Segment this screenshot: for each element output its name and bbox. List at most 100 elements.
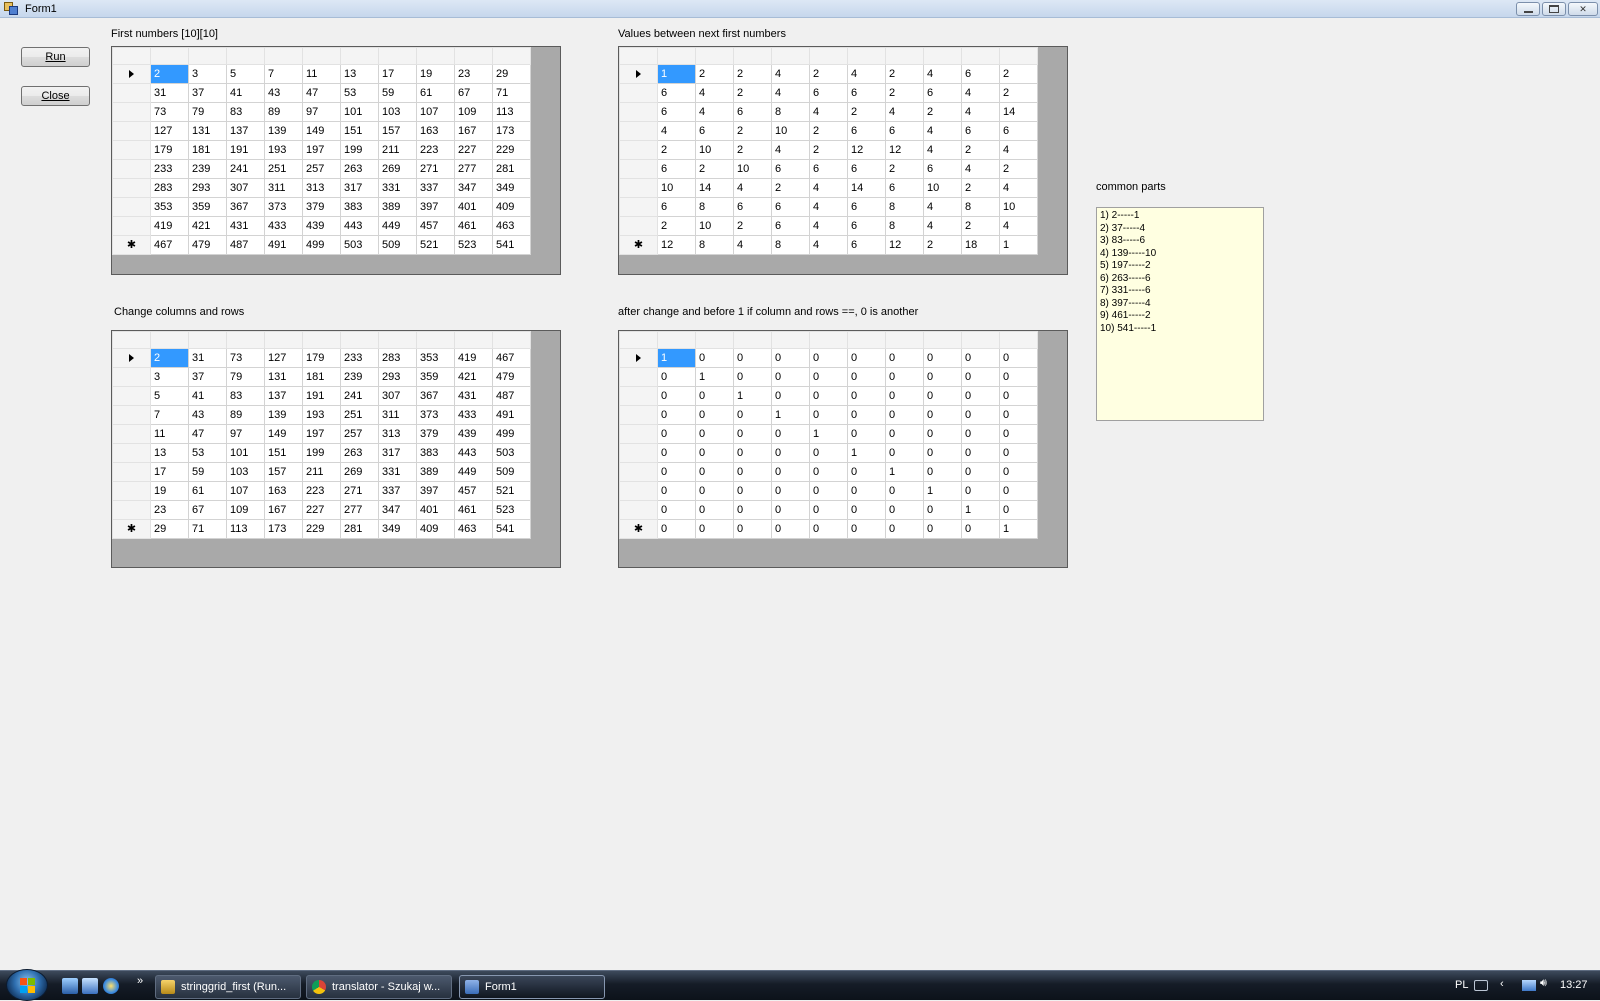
- grid-cell[interactable]: 1: [885, 462, 924, 482]
- grid-cell[interactable]: 6: [657, 83, 696, 103]
- grid-cell[interactable]: 3: [188, 64, 227, 84]
- row-header[interactable]: [619, 386, 658, 406]
- grid-cell[interactable]: 83: [226, 102, 265, 122]
- grid-cell[interactable]: 379: [416, 424, 455, 444]
- column-header[interactable]: [188, 331, 227, 349]
- grid-cell[interactable]: 479: [188, 235, 227, 255]
- table-row[interactable]: 233 239 241 251 257 263 269 271 277 281: [112, 159, 531, 179]
- grid-cell[interactable]: 461: [454, 500, 493, 520]
- grid-cell[interactable]: 1: [999, 235, 1038, 255]
- grid-cell[interactable]: 4: [809, 178, 848, 198]
- grid-cell[interactable]: 103: [226, 462, 265, 482]
- column-header[interactable]: [302, 331, 341, 349]
- row-header[interactable]: [619, 424, 658, 444]
- grid-cell[interactable]: 71: [492, 83, 531, 103]
- row-header[interactable]: [619, 500, 658, 520]
- grid-cell[interactable]: 73: [150, 102, 189, 122]
- row-header[interactable]: ✱: [112, 235, 151, 255]
- grid-cell[interactable]: 0: [657, 462, 696, 482]
- row-header[interactable]: [112, 197, 151, 217]
- table-row[interactable]: 0000100000: [619, 424, 1038, 444]
- grid-cell[interactable]: 2: [733, 140, 772, 160]
- grid-cell[interactable]: 97: [226, 424, 265, 444]
- grid-cell[interactable]: 277: [340, 500, 379, 520]
- grid-cell[interactable]: 443: [454, 443, 493, 463]
- grid-cell[interactable]: 4: [809, 235, 848, 255]
- grid-cell[interactable]: 271: [340, 481, 379, 501]
- grid-cell[interactable]: 0: [771, 367, 810, 387]
- grid-cell[interactable]: 1: [923, 481, 962, 501]
- column-header[interactable]: [923, 47, 962, 65]
- grid-cell[interactable]: 2: [961, 178, 1000, 198]
- column-header[interactable]: [378, 47, 417, 65]
- grid-cell[interactable]: 4: [923, 140, 962, 160]
- grid-cell[interactable]: 0: [999, 405, 1038, 425]
- grid-cell[interactable]: 4: [961, 102, 1000, 122]
- column-header[interactable]: [416, 47, 455, 65]
- grid-cell[interactable]: 151: [264, 443, 303, 463]
- grid-cell[interactable]: 127: [264, 348, 303, 368]
- grid-cell[interactable]: 5: [150, 386, 189, 406]
- grid-cell[interactable]: 12: [847, 140, 886, 160]
- grid-cell[interactable]: 0: [999, 481, 1038, 501]
- row-header[interactable]: [619, 216, 658, 236]
- grid-cell[interactable]: 191: [226, 140, 265, 160]
- first-numbers-grid[interactable]: 2 3 5 7 11 13 17 19 23 29 31 37 41 43 47 53 59 61 67 71 73 79…: [111, 46, 561, 275]
- grid-cell[interactable]: 307: [226, 178, 265, 198]
- grid-cell[interactable]: 367: [416, 386, 455, 406]
- top-left-header-cell[interactable]: [112, 331, 151, 349]
- grid-cell[interactable]: 197: [302, 140, 341, 160]
- grid-cell[interactable]: 337: [378, 481, 417, 501]
- grid-cell[interactable]: 0: [809, 519, 848, 539]
- grid-cell[interactable]: 1: [771, 405, 810, 425]
- column-header[interactable]: [885, 331, 924, 349]
- column-header[interactable]: [885, 47, 924, 65]
- column-header[interactable]: [492, 47, 531, 65]
- grid-cell[interactable]: 0: [809, 405, 848, 425]
- row-header[interactable]: ✱: [112, 519, 151, 539]
- grid-cell[interactable]: 0: [847, 519, 886, 539]
- grid-cell[interactable]: 277: [454, 159, 493, 179]
- grid-cell[interactable]: 5: [226, 64, 265, 84]
- chevron-left-icon[interactable]: ‹: [1500, 978, 1514, 990]
- grid-cell[interactable]: 263: [340, 443, 379, 463]
- grid-cell[interactable]: 409: [416, 519, 455, 539]
- grid-cell[interactable]: 2: [809, 140, 848, 160]
- grid-cell[interactable]: 6: [771, 197, 810, 217]
- grid-cell[interactable]: 173: [492, 121, 531, 141]
- grid-cell[interactable]: 283: [150, 178, 189, 198]
- column-header[interactable]: [416, 331, 455, 349]
- grid-cell[interactable]: 0: [657, 386, 696, 406]
- grid-cell[interactable]: 2: [999, 64, 1038, 84]
- grid-cell[interactable]: 101: [226, 443, 265, 463]
- grid-cell[interactable]: 1: [733, 386, 772, 406]
- grid-cell[interactable]: 0: [885, 348, 924, 368]
- grid-cell[interactable]: 0: [809, 367, 848, 387]
- grid-cell[interactable]: 1: [695, 367, 734, 387]
- grid-cell[interactable]: 12: [885, 235, 924, 255]
- grid-cell[interactable]: 6: [847, 159, 886, 179]
- grid-cell[interactable]: 181: [302, 367, 341, 387]
- grid-cell[interactable]: 8: [771, 102, 810, 122]
- grid-cell[interactable]: 0: [695, 405, 734, 425]
- grid-cell[interactable]: 13: [340, 64, 379, 84]
- grid-cell[interactable]: 4: [923, 121, 962, 141]
- grid-cell[interactable]: 313: [378, 424, 417, 444]
- grid-cell[interactable]: 10: [999, 197, 1038, 217]
- grid-cell[interactable]: 0: [695, 424, 734, 444]
- column-header[interactable]: [340, 47, 379, 65]
- table-row[interactable]: 6 2 10 6 6 6 2 6 4 2: [619, 159, 1038, 179]
- grid-cell[interactable]: 6: [885, 178, 924, 198]
- grid-cell[interactable]: 463: [454, 519, 493, 539]
- grid-cell[interactable]: 167: [454, 121, 493, 141]
- grid-cell[interactable]: 229: [492, 140, 531, 160]
- grid-cell[interactable]: 67: [454, 83, 493, 103]
- grid-cell[interactable]: 4: [809, 216, 848, 236]
- column-header[interactable]: [733, 47, 772, 65]
- grid-cell[interactable]: 18: [961, 235, 1000, 255]
- grid-cell[interactable]: 401: [454, 197, 493, 217]
- form-icon[interactable]: [4, 2, 18, 15]
- row-header[interactable]: [112, 159, 151, 179]
- grid-cell[interactable]: 461: [454, 216, 493, 236]
- row-header[interactable]: [619, 348, 658, 368]
